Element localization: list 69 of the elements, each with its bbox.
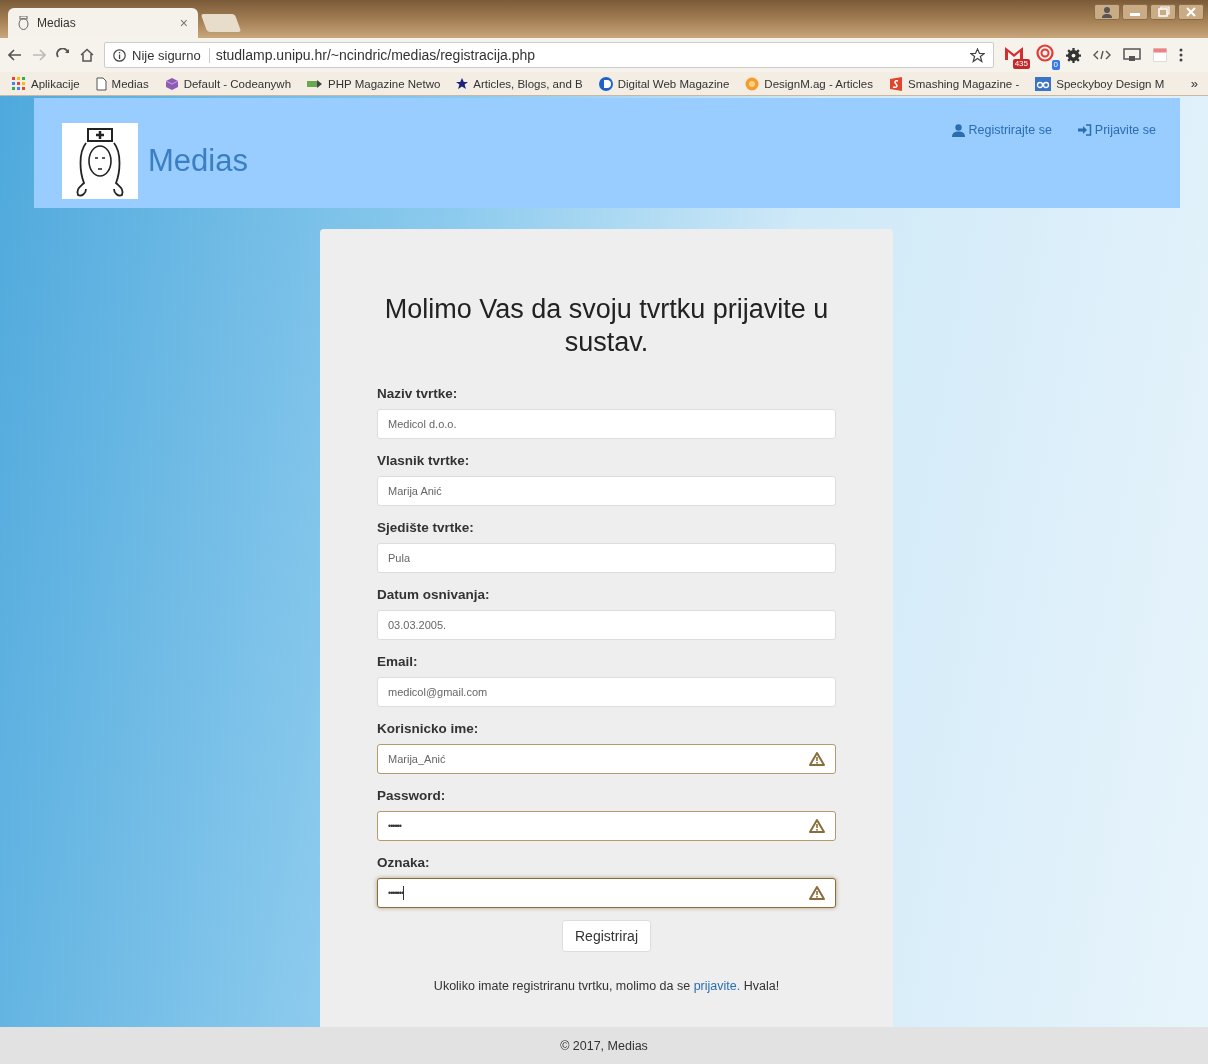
home-icon[interactable] (80, 48, 94, 62)
login-icon (1077, 124, 1092, 136)
bookmark-link[interactable]: DesignM.ag - Articles (764, 77, 873, 90)
info-icon (113, 48, 126, 62)
input-field[interactable]: 03.03.2005. (377, 610, 836, 640)
address-bar[interactable]: Nije sigurno studlamp.unipu.hr/~ncindric/medias/registracija.php (104, 42, 994, 68)
close-icon[interactable] (1178, 4, 1204, 20)
user-icon (952, 123, 966, 137)
settings-icon[interactable] (1066, 47, 1081, 63)
mail-icon[interactable] (1004, 45, 1024, 61)
cube-icon (164, 76, 179, 91)
bookmark-link[interactable]: Smashing Magazine - (908, 77, 1020, 90)
new-tab-button[interactable] (200, 14, 242, 32)
arrow-logo-icon (307, 78, 324, 89)
bookmark-link[interactable]: Aplikacije (31, 77, 80, 90)
password-field[interactable]: •••••• (377, 811, 836, 841)
field-label: Vlasnik tvrtke: (377, 452, 470, 470)
back-arrow-icon[interactable] (8, 49, 22, 61)
bookmark-link[interactable]: Articles, Blogs, and B (473, 77, 583, 90)
form-title: Molimo Vas da svoju tvrtku prijavite u sustav. (383, 293, 830, 359)
register-button[interactable]: Registriraj (562, 920, 651, 952)
warning-icon (809, 886, 825, 900)
spiral-icon[interactable] (1036, 44, 1054, 62)
disc-logo-icon (598, 76, 613, 91)
input-field[interactable]: Marija Anić (377, 476, 836, 506)
notification-count-badge: 0 (1051, 60, 1060, 70)
input-field[interactable]: Marija_Anić (377, 744, 836, 774)
more-bookmarks-button[interactable]: » (1190, 76, 1198, 91)
field-label: Email: (377, 653, 418, 671)
login-link[interactable]: prijavite. (693, 979, 741, 993)
calendar-icon[interactable] (1153, 48, 1167, 62)
menu-icon[interactable] (1179, 48, 1183, 62)
input-field[interactable]: medicol@gmail.com (377, 677, 836, 707)
s-logo-icon (889, 76, 903, 91)
field-label: Password: (377, 787, 446, 805)
profile-button-icon[interactable] (1094, 4, 1120, 20)
field-label: Naziv tvrtke: (377, 385, 458, 403)
bookmark-link[interactable]: Digital Web Magazine (617, 77, 730, 90)
cast-icon[interactable] (1123, 48, 1141, 62)
field-label: Korisnicko ime: (377, 720, 479, 738)
input-field[interactable]: Pula (377, 543, 836, 573)
field-label: Datum osnivanja: (377, 586, 490, 604)
bookmark-link[interactable]: Medias (111, 77, 149, 90)
bo-logo-icon (1035, 76, 1052, 91)
sun-logo-icon (745, 76, 760, 91)
tab-title: Medias (37, 16, 77, 30)
mail-count-badge: 435 (1012, 59, 1030, 69)
star-icon (456, 77, 469, 90)
nurse-favicon-icon (18, 16, 29, 30)
field-label: Sjedište tvrtke: (377, 519, 474, 537)
browser-tab[interactable]: Medias × (8, 8, 198, 38)
minimize-icon[interactable] (1122, 4, 1148, 20)
field-label: Oznaka: (377, 854, 430, 872)
login-prompt-text: Ukoliko imate registriranu tvrtku, molimo da se prijavite. Hvala! (432, 979, 781, 993)
bookmark-star-icon[interactable] (970, 47, 985, 63)
restore-icon[interactable] (1150, 4, 1176, 20)
input-field[interactable]: Medicol d.o.o. (377, 409, 836, 439)
bookmark-link[interactable]: Speckyboy Design M (1056, 77, 1165, 90)
apps-grid-icon (12, 76, 26, 91)
warning-icon (809, 752, 825, 766)
bookmark-link[interactable]: PHP Magazine Netwo (328, 77, 441, 90)
bookmark-link[interactable]: Default - Codeanywh (183, 77, 292, 90)
warning-icon (809, 819, 825, 833)
url-text: studlamp.unipu.hr/~ncindric/medias/registracija.php (215, 47, 537, 63)
code-icon[interactable] (1093, 49, 1111, 61)
footer-text: © 2017, Medias (0, 1027, 1208, 1064)
page-icon (95, 76, 107, 91)
tab-close-button[interactable]: × (179, 15, 188, 31)
security-label: Nije sigurno (132, 47, 210, 63)
